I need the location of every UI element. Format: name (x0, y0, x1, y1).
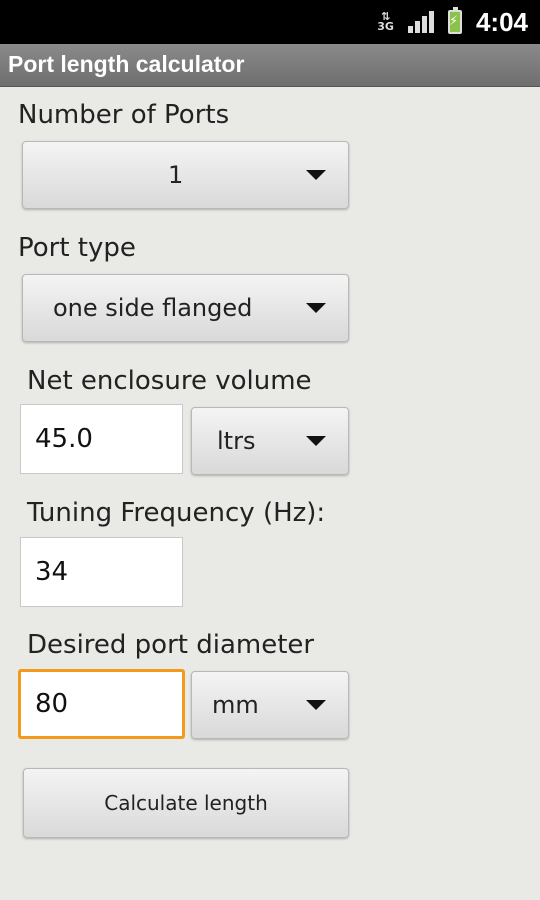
volume-unit-spinner[interactable]: ltrs (191, 407, 349, 475)
port-diameter-input[interactable]: 80 (18, 669, 185, 739)
status-bar: ⇅3G 4:04 (0, 0, 540, 44)
status-clock: 4:04 (475, 6, 528, 37)
battery-charging-icon (447, 7, 462, 34)
status-icons: ⇅3G 4:04 (377, 0, 528, 44)
port-type-spinner[interactable]: one side flanged (22, 274, 349, 342)
tuning-frequency-input[interactable]: 34 (20, 537, 183, 607)
number-of-ports-label: Number of Ports (18, 100, 230, 130)
network-type-label: 3G (377, 20, 394, 33)
tuning-frequency-label: Tuning Frequency (Hz): (27, 498, 326, 528)
title-bar: Port length calculator (0, 44, 540, 87)
number-of-ports-value: 1 (168, 161, 184, 189)
port-type-value: one side flanged (53, 294, 253, 322)
volume-unit-value: ltrs (217, 427, 256, 455)
calculate-length-button[interactable]: Calculate length (23, 768, 349, 838)
net-volume-input[interactable]: 45.0 (20, 404, 183, 474)
signal-strength-icon (407, 11, 434, 33)
net-volume-label: Net enclosure volume (27, 366, 312, 396)
chevron-down-icon (306, 170, 326, 180)
chevron-down-icon (306, 700, 326, 710)
chevron-down-icon (306, 436, 326, 446)
chevron-down-icon (306, 303, 326, 313)
network-type-icon: ⇅ 3G (377, 10, 394, 33)
app-title: Port length calculator (8, 51, 245, 77)
port-diameter-label: Desired port diameter (27, 630, 315, 660)
number-of-ports-spinner[interactable]: 1 (22, 141, 349, 209)
diameter-unit-value: mm (212, 691, 259, 719)
diameter-unit-spinner[interactable]: mm (191, 671, 349, 739)
port-type-label: Port type (18, 233, 136, 263)
